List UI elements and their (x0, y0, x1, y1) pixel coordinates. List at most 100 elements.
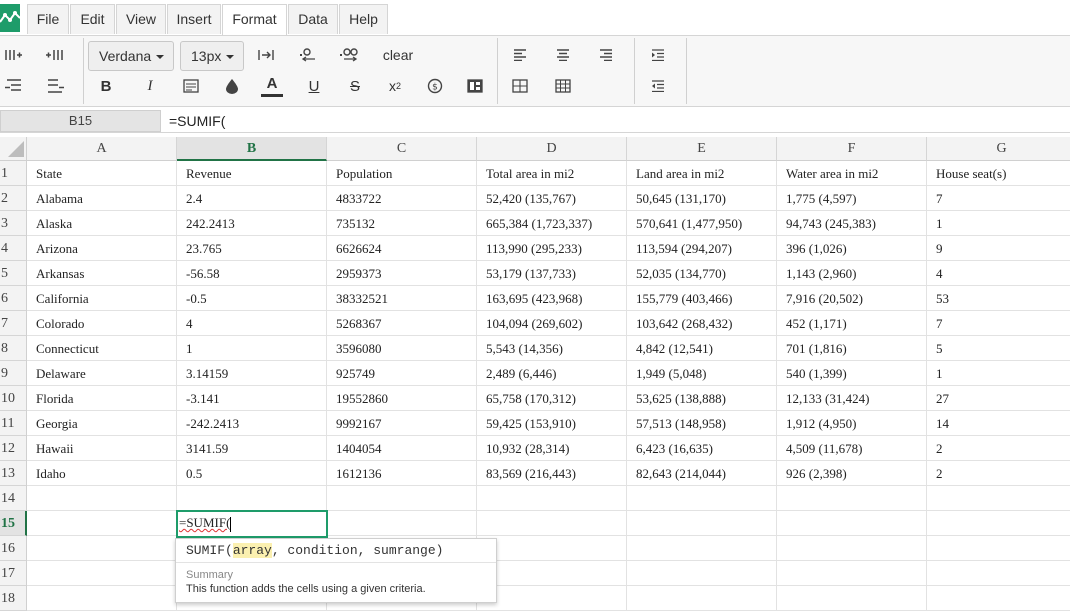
cell-d17[interactable] (477, 561, 627, 586)
cell-b3[interactable]: 242.2413 (177, 211, 327, 236)
cell-e1[interactable]: Land area in mi2 (627, 161, 777, 186)
insert-column-right-icon[interactable] (44, 44, 66, 66)
cell-f13[interactable]: 926 (2,398) (777, 461, 927, 486)
cell-d1[interactable]: Total area in mi2 (477, 161, 627, 186)
cell-a12[interactable]: Hawaii (27, 436, 177, 461)
cell-b9[interactable]: 3.14159 (177, 361, 327, 386)
column-header-c[interactable]: C (327, 137, 477, 161)
cell-d8[interactable]: 5,543 (14,356) (477, 336, 627, 361)
cell-d5[interactable]: 53,179 (137,733) (477, 261, 627, 286)
cell-e7[interactable]: 103,642 (268,432) (627, 311, 777, 336)
cell-a10[interactable]: Florida (27, 386, 177, 411)
cell-d2[interactable]: 52,420 (135,767) (477, 186, 627, 211)
cell-f11[interactable]: 1,912 (4,950) (777, 411, 927, 436)
cell-a8[interactable]: Connecticut (27, 336, 177, 361)
row-header[interactable]: 4 (0, 236, 27, 261)
cell-c12[interactable]: 1404054 (327, 436, 477, 461)
function-signature[interactable]: SUMIF(array, condition, sumrange) (176, 539, 496, 563)
row-header[interactable]: 17 (0, 561, 27, 586)
cell-c8[interactable]: 3596080 (327, 336, 477, 361)
row-header[interactable]: 7 (0, 311, 27, 336)
align-left-icon[interactable] (509, 44, 531, 66)
cell-b10[interactable]: -3.141 (177, 386, 327, 411)
indent-text-icon[interactable] (255, 44, 277, 66)
cell-g17[interactable] (927, 561, 1070, 586)
cell-a2[interactable]: Alabama (27, 186, 177, 211)
cell-d9[interactable]: 2,489 (6,446) (477, 361, 627, 386)
cell-a13[interactable]: Idaho (27, 461, 177, 486)
menu-edit[interactable]: Edit (70, 4, 115, 34)
cell-reference-box[interactable]: B15 (0, 110, 161, 132)
cell-d18[interactable] (477, 586, 627, 611)
borders-icon[interactable] (509, 75, 531, 97)
cell-c5[interactable]: 2959373 (327, 261, 477, 286)
cell-a16[interactable] (27, 536, 177, 561)
cell-b5[interactable]: -56.58 (177, 261, 327, 286)
cell-b2[interactable]: 2.4 (177, 186, 327, 211)
row-header[interactable]: 10 (0, 386, 27, 411)
menu-data[interactable]: Data (288, 4, 338, 34)
cell-c13[interactable]: 1612136 (327, 461, 477, 486)
cell-f17[interactable] (777, 561, 927, 586)
cell-c7[interactable]: 5268367 (327, 311, 477, 336)
table-grid-icon[interactable] (552, 75, 574, 97)
cell-d15[interactable] (477, 511, 627, 536)
cell-e5[interactable]: 52,035 (134,770) (627, 261, 777, 286)
decrease-indent-icon[interactable] (647, 75, 669, 97)
cell-a14[interactable] (27, 486, 177, 511)
underline-icon[interactable]: U (303, 75, 325, 97)
cell-a15[interactable] (27, 511, 177, 536)
cell-b13[interactable]: 0.5 (177, 461, 327, 486)
italic-icon[interactable]: I (139, 75, 161, 97)
column-header-e[interactable]: E (627, 137, 777, 161)
cell-a17[interactable] (27, 561, 177, 586)
cell-f6[interactable]: 7,916 (20,502) (777, 286, 927, 311)
cell-b4[interactable]: 23.765 (177, 236, 327, 261)
formula-input[interactable] (165, 109, 1065, 133)
cell-e14[interactable] (627, 486, 777, 511)
cell-g11[interactable]: 14 (927, 411, 1070, 436)
cell-b8[interactable]: 1 (177, 336, 327, 361)
cell-g2[interactable]: 7 (927, 186, 1070, 211)
insert-column-left-icon[interactable] (3, 44, 25, 66)
menu-view[interactable]: View (116, 4, 166, 34)
menu-format[interactable]: Format (222, 4, 287, 36)
cell-c15[interactable] (327, 511, 477, 536)
cell-e4[interactable]: 113,594 (294,207) (627, 236, 777, 261)
cell-f8[interactable]: 701 (1,816) (777, 336, 927, 361)
cell-d10[interactable]: 65,758 (170,312) (477, 386, 627, 411)
cell-g12[interactable]: 2 (927, 436, 1070, 461)
cell-c2[interactable]: 4833722 (327, 186, 477, 211)
column-header-f[interactable]: F (777, 137, 927, 161)
row-header[interactable]: 16 (0, 536, 27, 561)
cell-d4[interactable]: 113,990 (295,233) (477, 236, 627, 261)
strikethrough-icon[interactable]: S (344, 75, 366, 97)
cell-e17[interactable] (627, 561, 777, 586)
cell-g8[interactable]: 5 (927, 336, 1070, 361)
row-header[interactable]: 1 (0, 161, 27, 186)
cell-a5[interactable]: Arkansas (27, 261, 177, 286)
cell-c11[interactable]: 9992167 (327, 411, 477, 436)
cell-f10[interactable]: 12,133 (31,424) (777, 386, 927, 411)
cell-e15[interactable] (627, 511, 777, 536)
cell-d7[interactable]: 104,094 (269,602) (477, 311, 627, 336)
cell-g15[interactable] (927, 511, 1070, 536)
cell-f1[interactable]: Water area in mi2 (777, 161, 927, 186)
font-family-select[interactable]: Verdana (88, 41, 174, 71)
row-header[interactable]: 18 (0, 586, 27, 611)
bold-icon[interactable]: B (95, 75, 117, 97)
cell-f15[interactable] (777, 511, 927, 536)
cell-g10[interactable]: 27 (927, 386, 1070, 411)
cell-c9[interactable]: 925749 (327, 361, 477, 386)
wrap-text-icon[interactable] (180, 75, 202, 97)
cell-a18[interactable] (27, 586, 177, 611)
cell-a3[interactable]: Alaska (27, 211, 177, 236)
cell-g6[interactable]: 53 (927, 286, 1070, 311)
menu-file[interactable]: File (27, 4, 69, 34)
cell-e6[interactable]: 155,779 (403,466) (627, 286, 777, 311)
row-header[interactable]: 14 (0, 486, 27, 511)
cell-editor[interactable]: =SUMIF( (176, 510, 328, 538)
cell-d16[interactable] (477, 536, 627, 561)
row-header[interactable]: 8 (0, 336, 27, 361)
cell-e18[interactable] (627, 586, 777, 611)
